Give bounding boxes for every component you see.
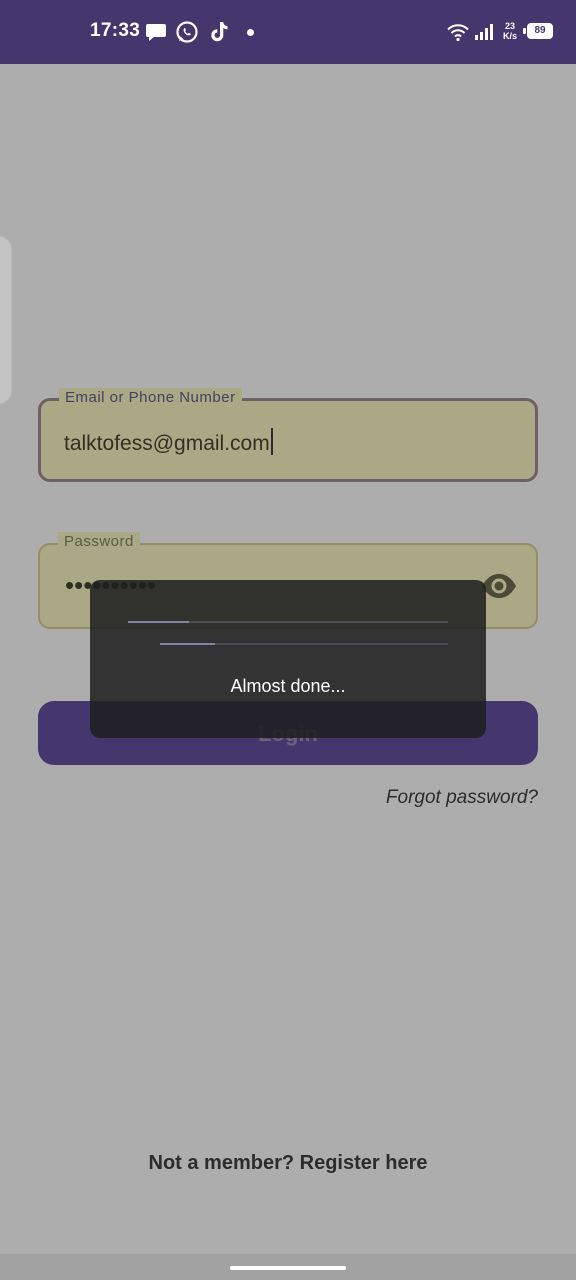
progress-bar <box>160 643 448 645</box>
whatsapp-icon <box>175 20 199 44</box>
battery-tip <box>523 28 526 34</box>
signal-icon <box>473 20 497 44</box>
register-link[interactable]: Not a member? Register here <box>0 1152 576 1175</box>
chat-bubble-icon <box>144 20 168 44</box>
text-caret <box>270 428 273 455</box>
progress-bar <box>128 621 448 623</box>
notification-dot <box>247 29 254 36</box>
wifi-icon <box>446 20 470 44</box>
email-field[interactable]: Email or Phone Number talktofess@gmail.c… <box>38 388 538 482</box>
loading-message: Almost done... <box>230 676 346 696</box>
forgot-password-link[interactable]: Forgot password? <box>386 787 538 809</box>
password-field-label: Password <box>58 532 140 552</box>
progress-bar-fill <box>160 643 215 645</box>
status-bar: 17:33 23 K/s 89 <box>0 0 576 64</box>
email-input-value: talktofess@gmail.com <box>64 432 270 455</box>
email-input[interactable]: talktofess@gmail.com <box>64 428 273 456</box>
email-field-label: Email or Phone Number <box>59 388 242 408</box>
edge-panel-handle[interactable] <box>0 236 12 404</box>
loading-dialog: Almost done... <box>90 580 486 738</box>
network-speed: 23 K/s <box>500 21 520 41</box>
network-speed-value: 23 <box>504 21 515 31</box>
progress-bar-fill <box>128 621 189 623</box>
tiktok-icon <box>207 20 231 44</box>
network-speed-unit: K/s <box>502 31 517 41</box>
home-indicator[interactable] <box>230 1266 346 1270</box>
battery-icon: 89 <box>527 23 553 39</box>
status-time: 17:33 <box>90 20 141 41</box>
